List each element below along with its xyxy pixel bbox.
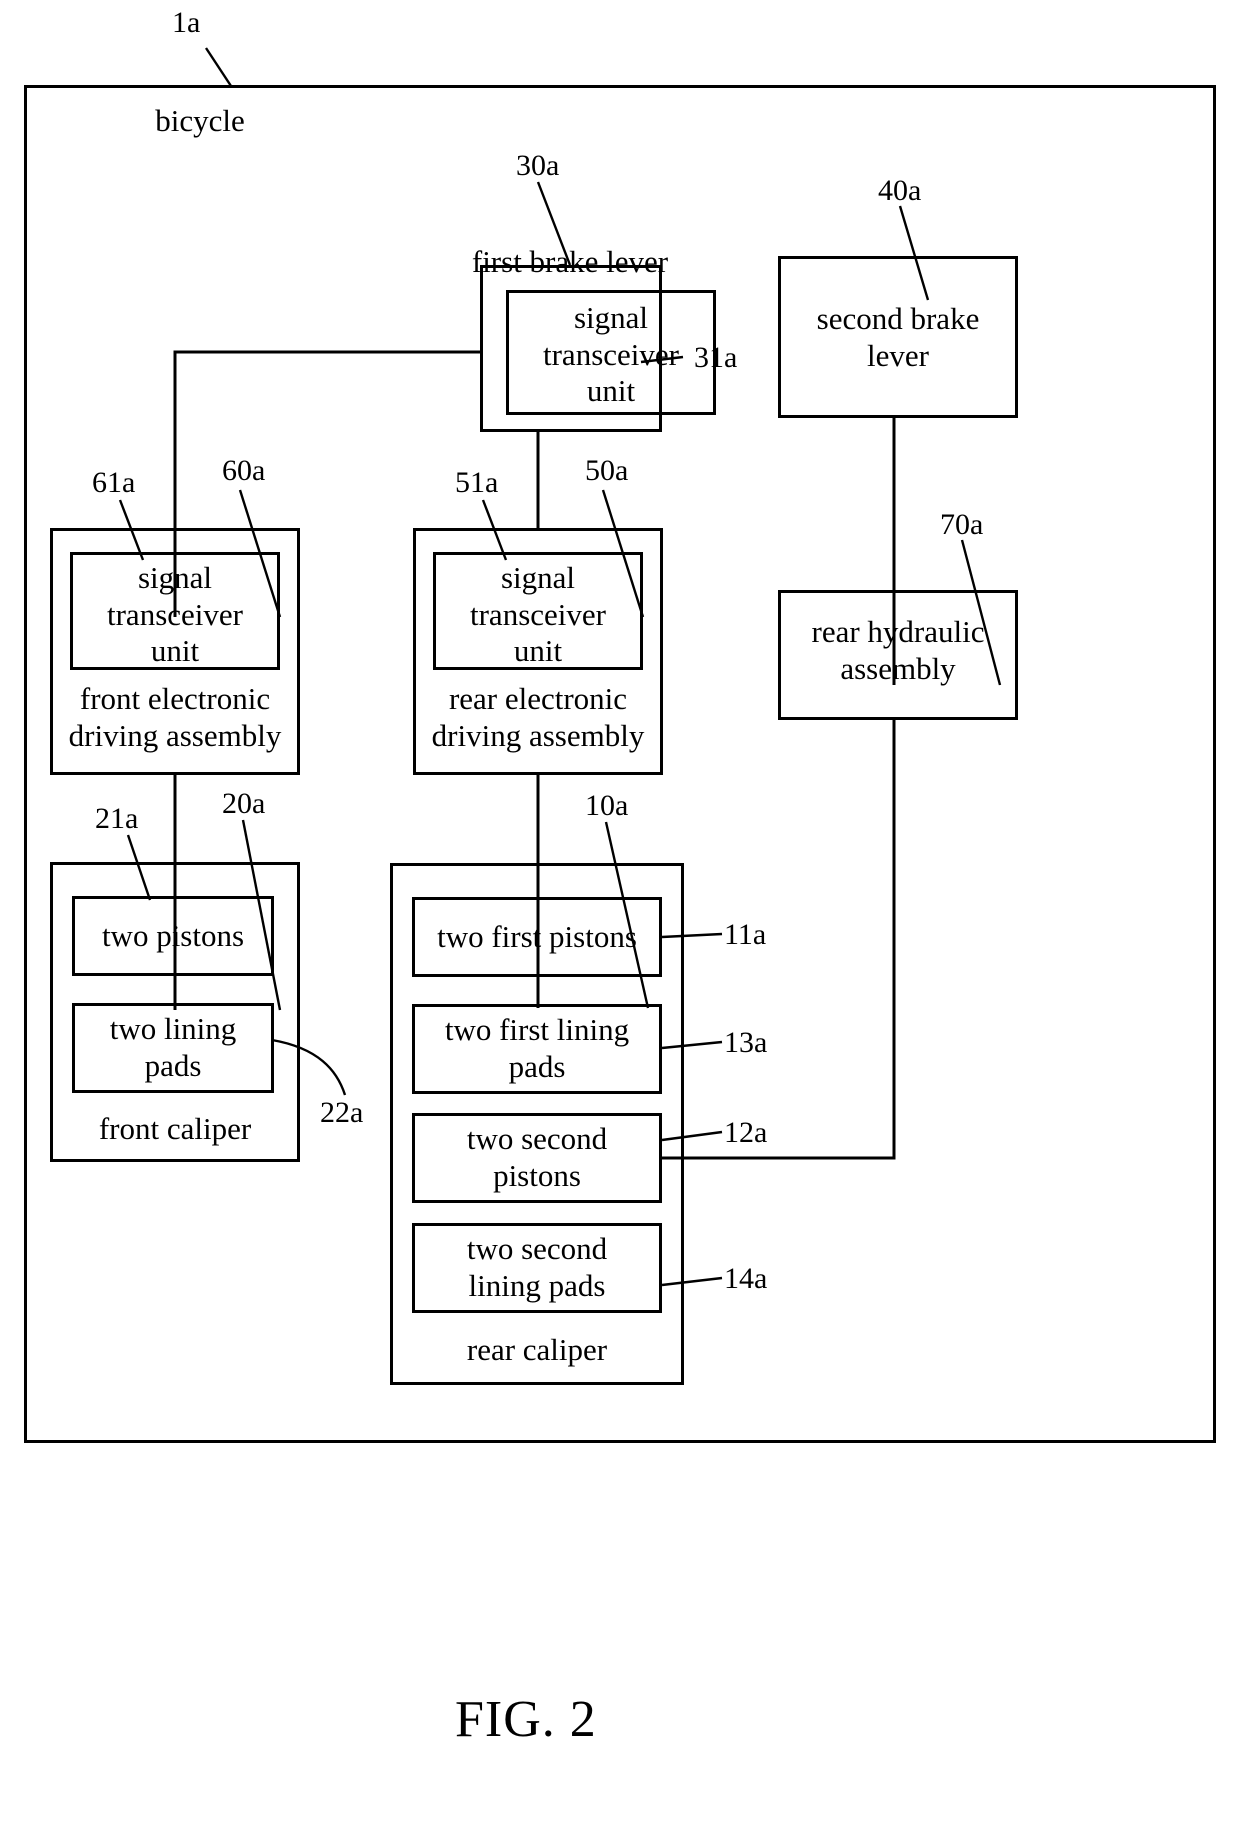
first-brake-lever-label: first brake lever (471, 244, 669, 279)
rear-second-lining-pads-label: two second lining pads (466, 1231, 608, 1303)
second-brake-lever-label: second brake lever (816, 301, 980, 373)
rear-first-pistons-label: two first pistons (437, 919, 637, 954)
rear-second-pistons-label: two second pistons (466, 1121, 608, 1193)
first-brake-lever-transceiver-label: signal transceiver unit (543, 300, 679, 409)
rear-driving-assembly-label: rear electronic driving assembly (431, 681, 645, 753)
figure-page: bicycle 1a first brake lever 30a signal … (0, 0, 1240, 1832)
ref-30a: 30a (516, 149, 560, 182)
bicycle-label: bicycle (155, 103, 245, 138)
ref-12a: 12a (724, 1116, 768, 1149)
ref-21a: 21a (95, 802, 139, 835)
rear-hydraulic-assembly-label: rear hydraulic assembly (811, 614, 985, 686)
ref-70a: 70a (940, 508, 984, 541)
ref-22a: 22a (320, 1096, 364, 1129)
ref-50a: 50a (585, 454, 629, 487)
front-lining-pads-label: two lining pads (109, 1011, 237, 1083)
ref-60a: 60a (222, 454, 266, 487)
leader-1a (204, 47, 233, 87)
ref-31a: 31a (694, 341, 738, 374)
rear-caliper-label: rear caliper (466, 1332, 608, 1367)
ref-11a: 11a (724, 918, 767, 951)
ref-61a: 61a (92, 466, 136, 499)
front-pistons-label: two pistons (101, 918, 245, 953)
front-driving-assembly-label: front electronic driving assembly (68, 681, 282, 753)
figure-caption: FIG. 2 (455, 1691, 597, 1748)
rear-transceiver-label: signal transceiver unit (470, 560, 606, 669)
front-transceiver-label: signal transceiver unit (107, 560, 243, 669)
ref-20a: 20a (222, 787, 266, 820)
front-caliper-label: front caliper (98, 1111, 252, 1146)
ref-10a: 10a (585, 789, 629, 822)
rear-first-lining-pads-label: two first lining pads (444, 1012, 630, 1084)
ref-1a: 1a (172, 6, 201, 39)
ref-14a: 14a (724, 1262, 768, 1295)
ref-13a: 13a (724, 1026, 768, 1059)
ref-40a: 40a (878, 174, 922, 207)
ref-51a: 51a (455, 466, 499, 499)
